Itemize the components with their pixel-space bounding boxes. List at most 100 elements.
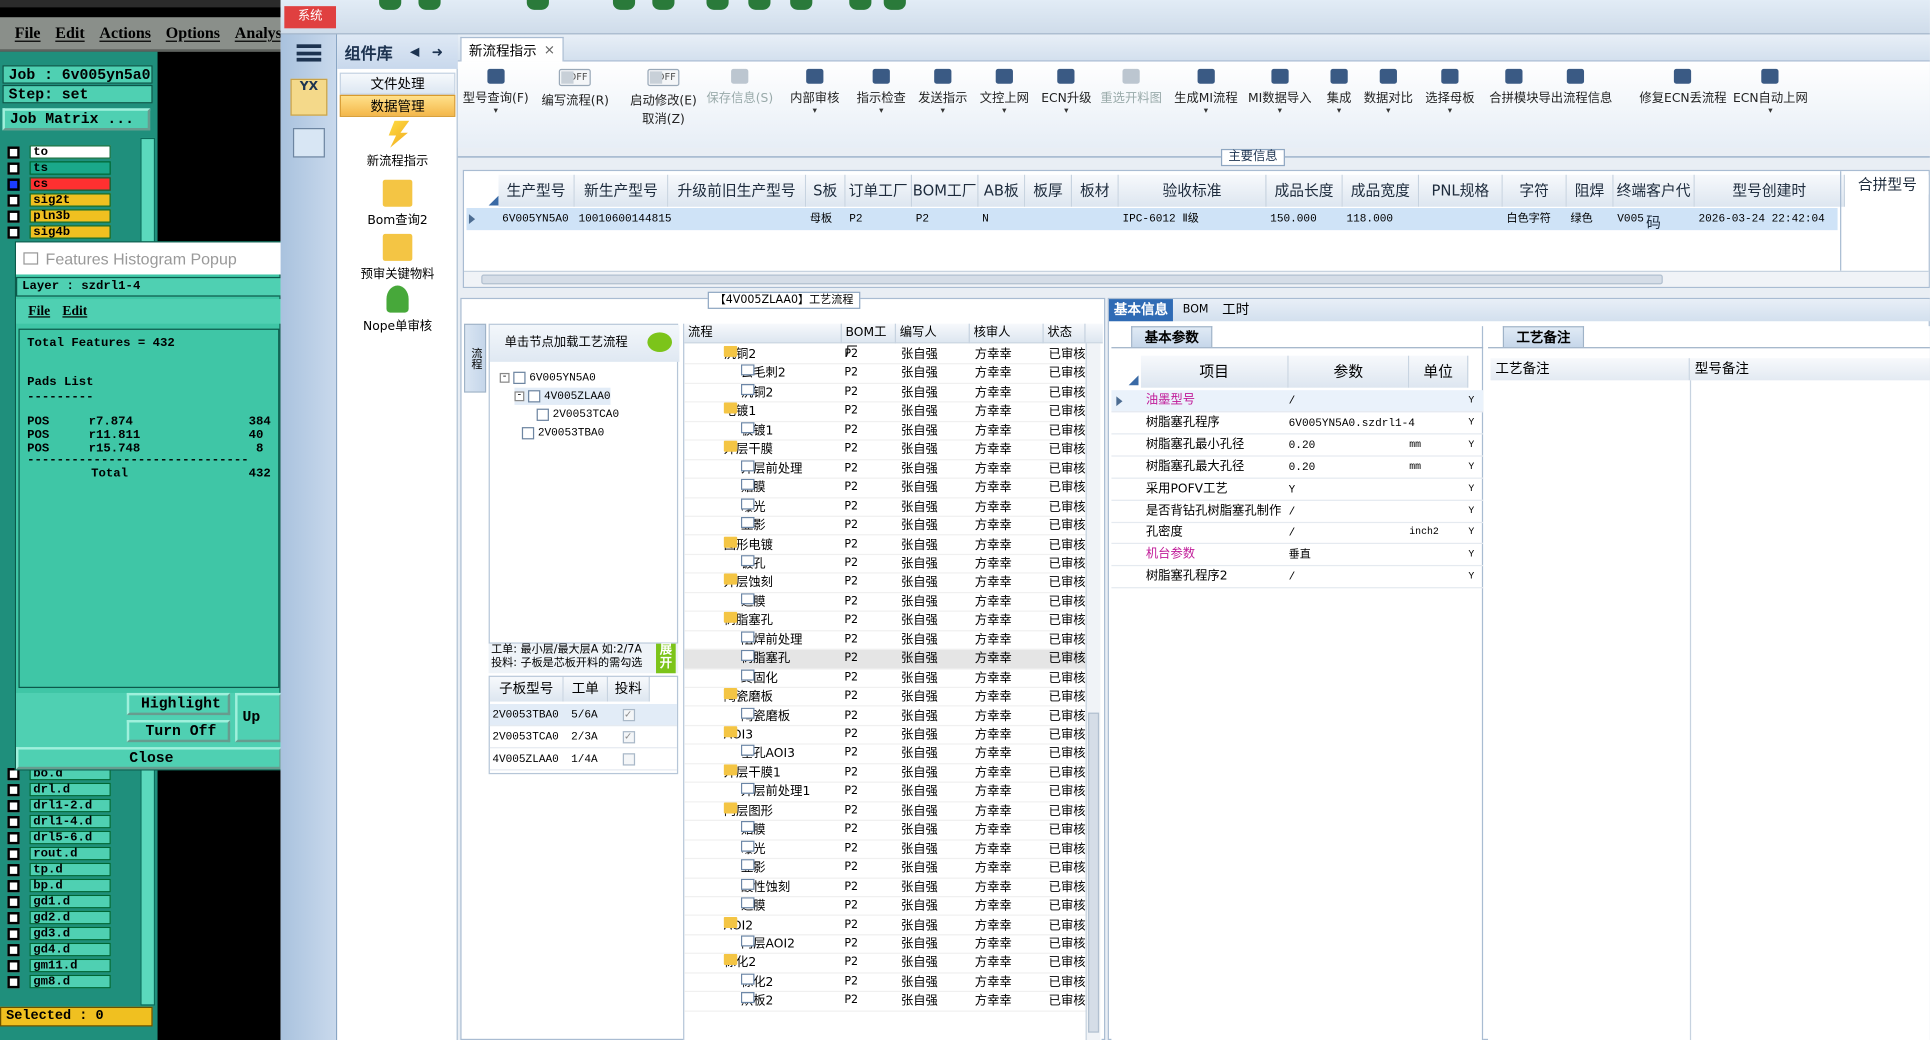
list-item[interactable]: 显影 P2 张自强 方幸幸 已审核 bbox=[684, 516, 1091, 536]
column-header[interactable]: 流程 bbox=[684, 323, 842, 344]
layer-checkbox[interactable] bbox=[7, 799, 20, 812]
column-header[interactable]: 验收标准 bbox=[1118, 174, 1267, 207]
list-item[interactable]: 外层前处理 P2 张自强 方幸幸 已审核 bbox=[684, 459, 1091, 479]
layer-row[interactable]: to bbox=[7, 144, 111, 160]
quick-user-icon[interactable] bbox=[418, 0, 441, 10]
list-item[interactable]: 镀孔 P2 张自强 方幸幸 已审核 bbox=[684, 555, 1091, 574]
collapse-left-icon[interactable]: ◀ bbox=[410, 45, 419, 59]
list-item[interactable]: 陶瓷磨板 P2 张自强 方幸幸 已审核 bbox=[684, 688, 1091, 708]
factory-logo-icon[interactable]: YX bbox=[290, 78, 328, 116]
table-cell[interactable]: 2026-03-24 22:42:04 bbox=[1695, 209, 1845, 230]
list-item[interactable]: 外层蚀刻 P2 张自强 方幸幸 已审核 bbox=[684, 574, 1091, 593]
quick-report-icon[interactable] bbox=[748, 0, 771, 10]
table-row[interactable]: 树脂塞孔最大孔径 0.20 mm Y bbox=[1111, 456, 1484, 479]
layer-row[interactable]: bp.d bbox=[7, 878, 111, 894]
table-cell[interactable] bbox=[668, 209, 806, 230]
table-row[interactable]: 孔密度 / inch2 Y bbox=[1111, 522, 1484, 545]
layer-checkbox[interactable] bbox=[7, 927, 20, 940]
column-header[interactable]: 成品长度 bbox=[1266, 174, 1343, 207]
list-item[interactable]: AOI2 P2 张自强 方幸幸 已审核 bbox=[684, 916, 1091, 936]
job-matrix-button[interactable]: Job Matrix ... bbox=[2, 108, 151, 131]
table-cell[interactable]: 118.000 bbox=[1343, 209, 1419, 230]
tab-new-flow-instruction[interactable]: 新流程指示 × bbox=[460, 36, 564, 62]
column-header[interactable]: AB板 bbox=[978, 174, 1026, 207]
toolbar-button[interactable]: 修复ECN丢流程 bbox=[1639, 68, 1727, 106]
toolbar-button[interactable]: 型号查询(F) ▾ bbox=[463, 68, 529, 116]
toolbar-button[interactable]: 内部审核 ▾ bbox=[790, 68, 839, 116]
list-item[interactable]: 沉铜2 P2 张自强 方幸幸 已审核 bbox=[684, 383, 1091, 403]
table-row[interactable]: 4V005ZLAA0 1/4A bbox=[489, 748, 677, 771]
quick-flow-icon[interactable] bbox=[526, 0, 549, 10]
column-header[interactable]: 终端客户代码 bbox=[1613, 174, 1695, 231]
table-row[interactable]: 树脂塞孔程序 6V005YN5A0.szdrl1-4 Y bbox=[1111, 412, 1484, 435]
pin-icon[interactable]: ➜ bbox=[432, 44, 443, 60]
table-cell[interactable]: N bbox=[978, 209, 1025, 230]
menu-options[interactable]: Options bbox=[166, 23, 220, 43]
list-item[interactable]: 外层前处理1 P2 张自强 方幸幸 已审核 bbox=[684, 783, 1091, 803]
quick-copy-icon[interactable] bbox=[612, 0, 636, 10]
param-value[interactable]: 0.20 bbox=[1289, 434, 1316, 456]
column-header[interactable]: 工艺备注 bbox=[1490, 358, 1690, 381]
layer-row[interactable]: sig4b bbox=[7, 224, 111, 240]
list-item[interactable]: 终固化 P2 张自强 方幸幸 已审核 bbox=[684, 669, 1091, 689]
column-header[interactable]: 新生产型号 bbox=[574, 174, 669, 207]
list-item[interactable]: 烘板2 P2 张自强 方幸幸 已审核 bbox=[684, 992, 1091, 1012]
column-header[interactable]: 合拼型号 bbox=[1844, 174, 1929, 195]
quick-doc-icon[interactable] bbox=[883, 0, 906, 10]
toolbar-button[interactable]: ECN升级 ▾ bbox=[1041, 68, 1091, 116]
menu-actions[interactable]: Actions bbox=[99, 23, 151, 43]
calculator-icon[interactable] bbox=[292, 128, 325, 158]
table-cell[interactable] bbox=[1419, 209, 1503, 230]
table-cell[interactable]: 绿色 bbox=[1567, 209, 1614, 230]
layer-row[interactable]: pln3b bbox=[7, 208, 111, 224]
quick-windows-icon[interactable] bbox=[849, 0, 872, 10]
column-header[interactable]: 单位 bbox=[1409, 355, 1469, 388]
toolbar-button[interactable]: 发送指示 ▾ bbox=[918, 68, 967, 116]
layer-checkbox[interactable] bbox=[7, 895, 20, 908]
table-cell[interactable]: P2 bbox=[846, 209, 912, 230]
layer-row[interactable]: gm8.d bbox=[7, 974, 111, 990]
column-header[interactable]: 工单 bbox=[563, 676, 609, 702]
list-item[interactable]: 退膜 P2 张自强 方幸幸 已审核 bbox=[684, 897, 1091, 917]
column-header[interactable]: 生产型号 bbox=[498, 174, 575, 207]
turn-off-button[interactable]: Turn Off bbox=[126, 720, 231, 743]
table-row[interactable]: 油墨型号 / Y bbox=[1111, 390, 1484, 413]
chevron-down-icon[interactable]: ▾ bbox=[1733, 106, 1808, 116]
column-header[interactable]: 成品宽度 bbox=[1342, 174, 1420, 207]
feed-checkbox[interactable] bbox=[622, 753, 636, 766]
toolbar-button[interactable]: 生成MI流程 ▾ bbox=[1174, 68, 1238, 116]
column-header[interactable]: 编写人 bbox=[896, 323, 970, 344]
list-item[interactable]: 塞孔AOI3 P2 张自强 方幸幸 已审核 bbox=[684, 745, 1091, 765]
chevron-down-icon[interactable]: ▾ bbox=[790, 106, 839, 116]
toolbar-button[interactable]: 数据对比 ▾ bbox=[1364, 68, 1413, 116]
param-value[interactable]: 垂直 bbox=[1289, 544, 1311, 566]
layer-row[interactable]: cs bbox=[7, 176, 111, 192]
tree-node[interactable]: 2V0053TCA0 bbox=[536, 406, 619, 423]
list-item[interactable]: 内层图形 P2 张自强 方幸幸 已审核 bbox=[684, 802, 1091, 822]
chevron-down-icon[interactable]: ▾ bbox=[857, 106, 906, 116]
list-item[interactable]: 树脂塞孔 P2 张自强 方幸幸 已审核 bbox=[684, 650, 1091, 670]
list-item[interactable]: 棕化2 P2 张自强 方幸幸 已审核 bbox=[684, 954, 1091, 974]
file-processing-button[interactable]: 文件处理 bbox=[339, 72, 456, 95]
chevron-down-icon[interactable]: ▾ bbox=[1248, 106, 1311, 116]
quick-save-icon[interactable] bbox=[706, 0, 729, 10]
list-item[interactable]: 树脂塞孔 P2 张自强 方幸幸 已审核 bbox=[684, 612, 1091, 632]
layer-checkbox[interactable] bbox=[7, 847, 20, 860]
column-header[interactable]: 字符 bbox=[1502, 174, 1567, 207]
toolbar-button[interactable]: 选择母板 ▾ bbox=[1425, 68, 1474, 116]
chevron-down-icon[interactable]: ▾ bbox=[980, 106, 1029, 116]
table-cell[interactable]: P2 bbox=[912, 209, 978, 230]
chevron-down-icon[interactable]: ▾ bbox=[918, 106, 967, 116]
layer-checkbox[interactable] bbox=[7, 783, 20, 796]
toolbar-button[interactable]: MI数据导入 ▾ bbox=[1248, 68, 1312, 116]
horizontal-scrollbar[interactable] bbox=[464, 270, 1929, 287]
column-header[interactable]: BOM工厂 bbox=[912, 174, 979, 207]
column-header[interactable]: 板材 bbox=[1072, 174, 1119, 207]
popup-menu-file[interactable]: File bbox=[28, 304, 50, 319]
list-item[interactable]: 板镀1 P2 张自强 方幸幸 已审核 bbox=[684, 421, 1091, 441]
table-cell[interactable]: 白色字符 bbox=[1503, 209, 1567, 230]
param-value[interactable]: 6V005YN5A0.szdrl1-4 bbox=[1289, 412, 1415, 434]
column-header[interactable]: 升级前旧生产型号 bbox=[668, 174, 807, 207]
layer-checkbox[interactable] bbox=[7, 879, 20, 892]
column-header[interactable]: 参数 bbox=[1288, 355, 1410, 388]
